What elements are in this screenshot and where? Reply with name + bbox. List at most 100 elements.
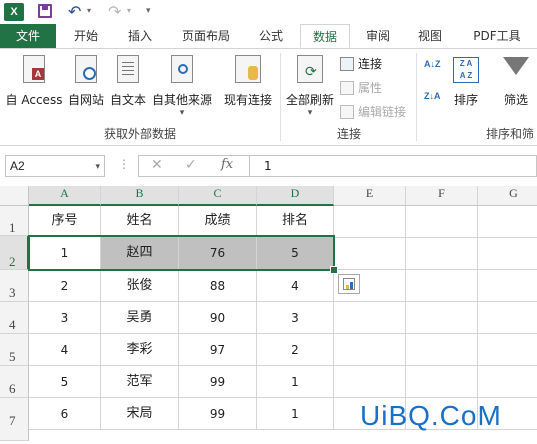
- cell-header-score[interactable]: 成绩: [179, 206, 257, 236]
- table-cell[interactable]: 范军: [101, 366, 179, 398]
- chevron-down-icon: ▾: [307, 108, 313, 118]
- other-sources-icon: [171, 55, 193, 83]
- tab-pdf-tools[interactable]: PDF工具: [462, 24, 532, 48]
- from-other-sources-button[interactable]: 自其他来源 ▾: [150, 53, 214, 118]
- table-cell[interactable]: 6: [29, 398, 101, 430]
- from-web-label: 自网站: [67, 93, 104, 107]
- table-cell[interactable]: 5: [29, 366, 101, 398]
- column-header-a[interactable]: A: [29, 186, 101, 206]
- edit-links-icon: [340, 104, 354, 119]
- table-cell[interactable]: 4: [29, 334, 101, 366]
- table-cell[interactable]: 1: [257, 366, 334, 398]
- table-cell[interactable]: 2: [29, 270, 101, 302]
- column-header-g[interactable]: G: [478, 186, 537, 206]
- existing-connections-label: 现有连接: [223, 93, 272, 107]
- cancel-icon[interactable]: ✕: [151, 157, 163, 173]
- from-access-label: 自 Access: [5, 93, 63, 107]
- refresh-icon: ⟳: [297, 55, 323, 83]
- filter-button[interactable]: 筛选: [496, 53, 536, 108]
- table-cell[interactable]: 5: [257, 236, 334, 270]
- insert-function-icon[interactable]: fx: [221, 157, 233, 172]
- table-cell[interactable]: 2: [257, 334, 334, 366]
- cell-header-name[interactable]: 姓名: [101, 206, 179, 236]
- table-cell[interactable]: 99: [179, 366, 257, 398]
- group-label-sort-filter: 排序和筛: [486, 127, 535, 141]
- group-label-connections: 连接: [336, 127, 361, 141]
- confirm-icon[interactable]: ✓: [185, 157, 197, 173]
- cell-header-index[interactable]: 序号: [29, 206, 101, 236]
- sort-ascending-button[interactable]: A↓Z: [424, 59, 441, 69]
- watermark-text: UiBQ.CoM: [360, 400, 502, 431]
- row-header-7[interactable]: 7: [0, 398, 29, 441]
- row-header-1[interactable]: 1: [0, 206, 29, 236]
- sort-button[interactable]: Z AA Z 排序: [448, 53, 484, 108]
- from-text-label: 自文本: [109, 93, 146, 107]
- customize-qat-icon[interactable]: ▾: [146, 6, 151, 16]
- tab-file[interactable]: 文件: [0, 24, 56, 48]
- group-label-get-external-data: 获取外部数据: [103, 127, 176, 141]
- table-cell[interactable]: 3: [257, 302, 334, 334]
- tab-formulas[interactable]: 公式: [248, 24, 294, 48]
- row-header-6[interactable]: 6: [0, 366, 29, 398]
- tab-data[interactable]: 数据: [300, 24, 350, 48]
- table-cell[interactable]: 76: [179, 236, 257, 270]
- tab-home[interactable]: 开始: [64, 24, 108, 48]
- row-header-3[interactable]: 3: [0, 270, 29, 302]
- empty-cells-g[interactable]: [478, 206, 537, 430]
- table-cell[interactable]: 4: [257, 270, 334, 302]
- table-cell[interactable]: 88: [179, 270, 257, 302]
- tab-view[interactable]: 视图: [408, 24, 452, 48]
- from-text-button[interactable]: 自文本: [108, 53, 148, 108]
- from-web-button[interactable]: 自网站: [66, 53, 106, 108]
- from-access-button[interactable]: A 自 Access: [4, 53, 64, 108]
- fill-handle[interactable]: [330, 266, 338, 274]
- table-cell[interactable]: 1: [257, 398, 334, 430]
- empty-cells-f[interactable]: [406, 206, 478, 430]
- table-cell[interactable]: 97: [179, 334, 257, 366]
- name-box[interactable]: A2 ▾: [5, 155, 105, 177]
- tab-review[interactable]: 审阅: [356, 24, 400, 48]
- table-cell[interactable]: 宋局: [101, 398, 179, 430]
- refresh-all-label: 全部刷新: [285, 93, 334, 107]
- table-cell[interactable]: 99: [179, 398, 257, 430]
- formula-input[interactable]: 1: [250, 155, 537, 177]
- tab-insert[interactable]: 插入: [118, 24, 162, 48]
- redo-icon[interactable]: ↷: [108, 2, 121, 21]
- redo-dropdown-icon[interactable]: ▾: [127, 6, 131, 15]
- filter-funnel-icon: [503, 57, 529, 75]
- row-header-5[interactable]: 5: [0, 334, 29, 366]
- quick-analysis-icon[interactable]: [338, 274, 360, 294]
- undo-icon[interactable]: ↶: [68, 2, 81, 21]
- name-box-value: A2: [10, 159, 25, 173]
- select-all-corner[interactable]: [0, 186, 29, 206]
- row-header-2[interactable]: 2: [0, 236, 29, 270]
- table-cell[interactable]: 李彩: [101, 334, 179, 366]
- refresh-all-button[interactable]: ⟳ 全部刷新 ▾: [284, 53, 336, 118]
- tab-page-layout[interactable]: 页面布局: [172, 24, 240, 48]
- column-header-d[interactable]: D: [257, 186, 334, 206]
- access-icon: A: [23, 55, 45, 83]
- column-header-e[interactable]: E: [334, 186, 406, 206]
- formula-buttons: ✕ ✓ fx: [138, 155, 250, 177]
- existing-connections-button[interactable]: 现有连接: [220, 53, 276, 108]
- save-icon[interactable]: [38, 4, 52, 18]
- ribbon-tabs: 文件 开始 插入 页面布局 公式 数据 审阅 视图 PDF工具: [0, 24, 537, 49]
- table-cell[interactable]: 赵四: [101, 236, 179, 270]
- row-header-4[interactable]: 4: [0, 302, 29, 334]
- chevron-down-icon[interactable]: ▾: [95, 156, 100, 176]
- column-header-f[interactable]: F: [406, 186, 478, 206]
- table-cell[interactable]: 1: [29, 236, 101, 270]
- empty-cells-e[interactable]: [334, 206, 406, 430]
- connections-icon: [340, 56, 354, 71]
- table-cell[interactable]: 3: [29, 302, 101, 334]
- cell-header-rank[interactable]: 排名: [257, 206, 334, 236]
- column-header-c[interactable]: C: [179, 186, 257, 206]
- connections-button[interactable]: 连接: [340, 55, 382, 72]
- table-cell[interactable]: 吴勇: [101, 302, 179, 334]
- undo-dropdown-icon[interactable]: ▾: [87, 6, 91, 15]
- sort-descending-button[interactable]: Z↓A: [424, 91, 441, 101]
- column-header-b[interactable]: B: [101, 186, 179, 206]
- table-cell[interactable]: 张俊: [101, 270, 179, 302]
- properties-icon: [340, 80, 354, 95]
- table-cell[interactable]: 90: [179, 302, 257, 334]
